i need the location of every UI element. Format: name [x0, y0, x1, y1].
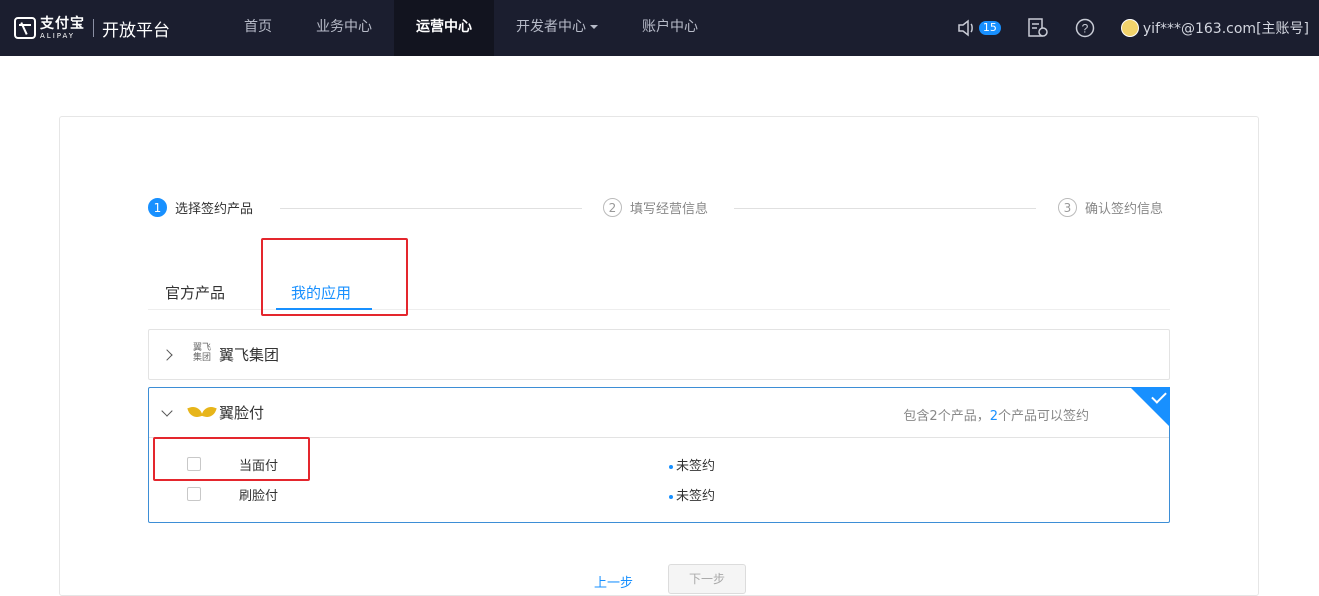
footer-actions: 上一步 下一步 — [60, 564, 1260, 594]
document-button[interactable] — [1027, 18, 1049, 38]
step-3: 3 确认签约信息 — [1058, 198, 1163, 217]
status-dot — [669, 464, 673, 469]
group-header[interactable]: 翼脸付 包含2个产品，2个产品可以签约 — [149, 387, 1170, 437]
notification-badge: 15 — [978, 21, 1001, 35]
wing-logo-icon — [189, 402, 215, 424]
group-summary: 包含2个产品，2个产品可以签约 — [903, 405, 1089, 424]
step-3-number: 3 — [1058, 198, 1077, 217]
product-row: 刷脸付 未签约 — [149, 479, 1169, 509]
yifei-group-logo: 翼飞 集团 — [191, 343, 213, 367]
summary-prefix: 包含2个产品， — [903, 409, 990, 424]
status-text: 未签约 — [676, 459, 716, 474]
step-1-number: 1 — [148, 198, 167, 217]
alipay-logo-icon — [14, 17, 36, 39]
product-checkbox[interactable] — [187, 487, 201, 501]
tab-official-products[interactable]: 官方产品 — [165, 282, 225, 303]
nav-developer-label: 开发者中心 — [516, 19, 586, 35]
chevron-down-icon — [590, 25, 598, 29]
platform-title: 开放平台 — [102, 20, 170, 41]
status-dot — [669, 494, 673, 499]
nav-business-center[interactable]: 业务中心 — [294, 0, 394, 56]
header-tools: 15 ? yif***@163.com[主账号] — [931, 0, 1309, 56]
chevron-right-icon — [161, 348, 173, 361]
nav-home[interactable]: 首页 — [222, 0, 294, 56]
step-1-label: 选择签约产品 — [175, 202, 254, 217]
next-step-button[interactable]: 下一步 — [668, 564, 746, 594]
chevron-down-icon — [161, 404, 173, 417]
notification-button[interactable]: 15 — [957, 19, 1001, 37]
help-button[interactable]: ? — [1075, 18, 1095, 38]
signing-card: 1 选择签约产品 2 填写经营信息 3 确认签约信息 官方产品 我的应用 翼飞 … — [59, 116, 1259, 596]
product-status: 未签约 — [669, 455, 715, 474]
logo-text: 支付宝 ALIPAY — [40, 17, 85, 40]
logo-cn: 支付宝 — [40, 15, 85, 32]
nav-account-center[interactable]: 账户中心 — [620, 0, 720, 56]
avatar — [1120, 19, 1139, 37]
status-text: 未签约 — [676, 489, 716, 504]
summary-suffix: 个产品可以签约 — [997, 409, 1089, 424]
step-1: 1 选择签约产品 — [148, 198, 253, 217]
step-connector — [280, 208, 582, 209]
step-connector — [734, 208, 1036, 209]
user-account: yif***@163.com[主账号] — [1142, 21, 1309, 37]
nav-operations-center[interactable]: 运营中心 — [394, 0, 494, 56]
speaker-icon — [958, 19, 973, 37]
logo-divider — [93, 19, 94, 37]
product-status: 未签约 — [669, 485, 715, 504]
step-2-number: 2 — [603, 198, 622, 217]
summary-count: 2 — [989, 409, 998, 424]
step-indicator: 1 选择签约产品 2 填写经营信息 3 确认签约信息 — [148, 198, 1170, 220]
step-3-label: 确认签约信息 — [1085, 202, 1164, 217]
highlight-box-product — [153, 437, 310, 481]
svg-text:?: ? — [1082, 22, 1089, 36]
nav-developer-center[interactable]: 开发者中心 — [494, 0, 620, 56]
group-name: 翼脸付 — [219, 404, 265, 422]
product-name: 刷脸付 — [239, 489, 279, 504]
alipay-logo[interactable]: 支付宝 ALIPAY 开放平台 — [14, 13, 170, 43]
step-2-label: 填写经营信息 — [630, 202, 709, 217]
logo-en: ALIPAY — [40, 31, 76, 40]
top-navigation-bar: 支付宝 ALIPAY 开放平台 首页 业务中心 运营中心 开发者中心 账户中心 … — [0, 0, 1319, 56]
document-clock-icon — [1028, 18, 1048, 37]
main-nav: 首页 业务中心 运营中心 开发者中心 账户中心 — [222, 0, 720, 56]
group-logo-text: 翼飞 集团 — [192, 342, 211, 363]
user-menu[interactable]: yif***@163.com[主账号] — [1120, 18, 1309, 38]
group-name: 翼飞集团 — [219, 346, 280, 364]
help-icon: ? — [1075, 18, 1095, 38]
app-group-yifei[interactable]: 翼飞 集团 翼飞集团 — [148, 329, 1170, 380]
group-header[interactable]: 翼飞 集团 翼飞集团 — [149, 330, 1169, 379]
step-2: 2 填写经营信息 — [603, 198, 708, 217]
highlight-box-tab — [261, 238, 408, 316]
prev-step-button[interactable]: 上一步 — [594, 572, 633, 591]
